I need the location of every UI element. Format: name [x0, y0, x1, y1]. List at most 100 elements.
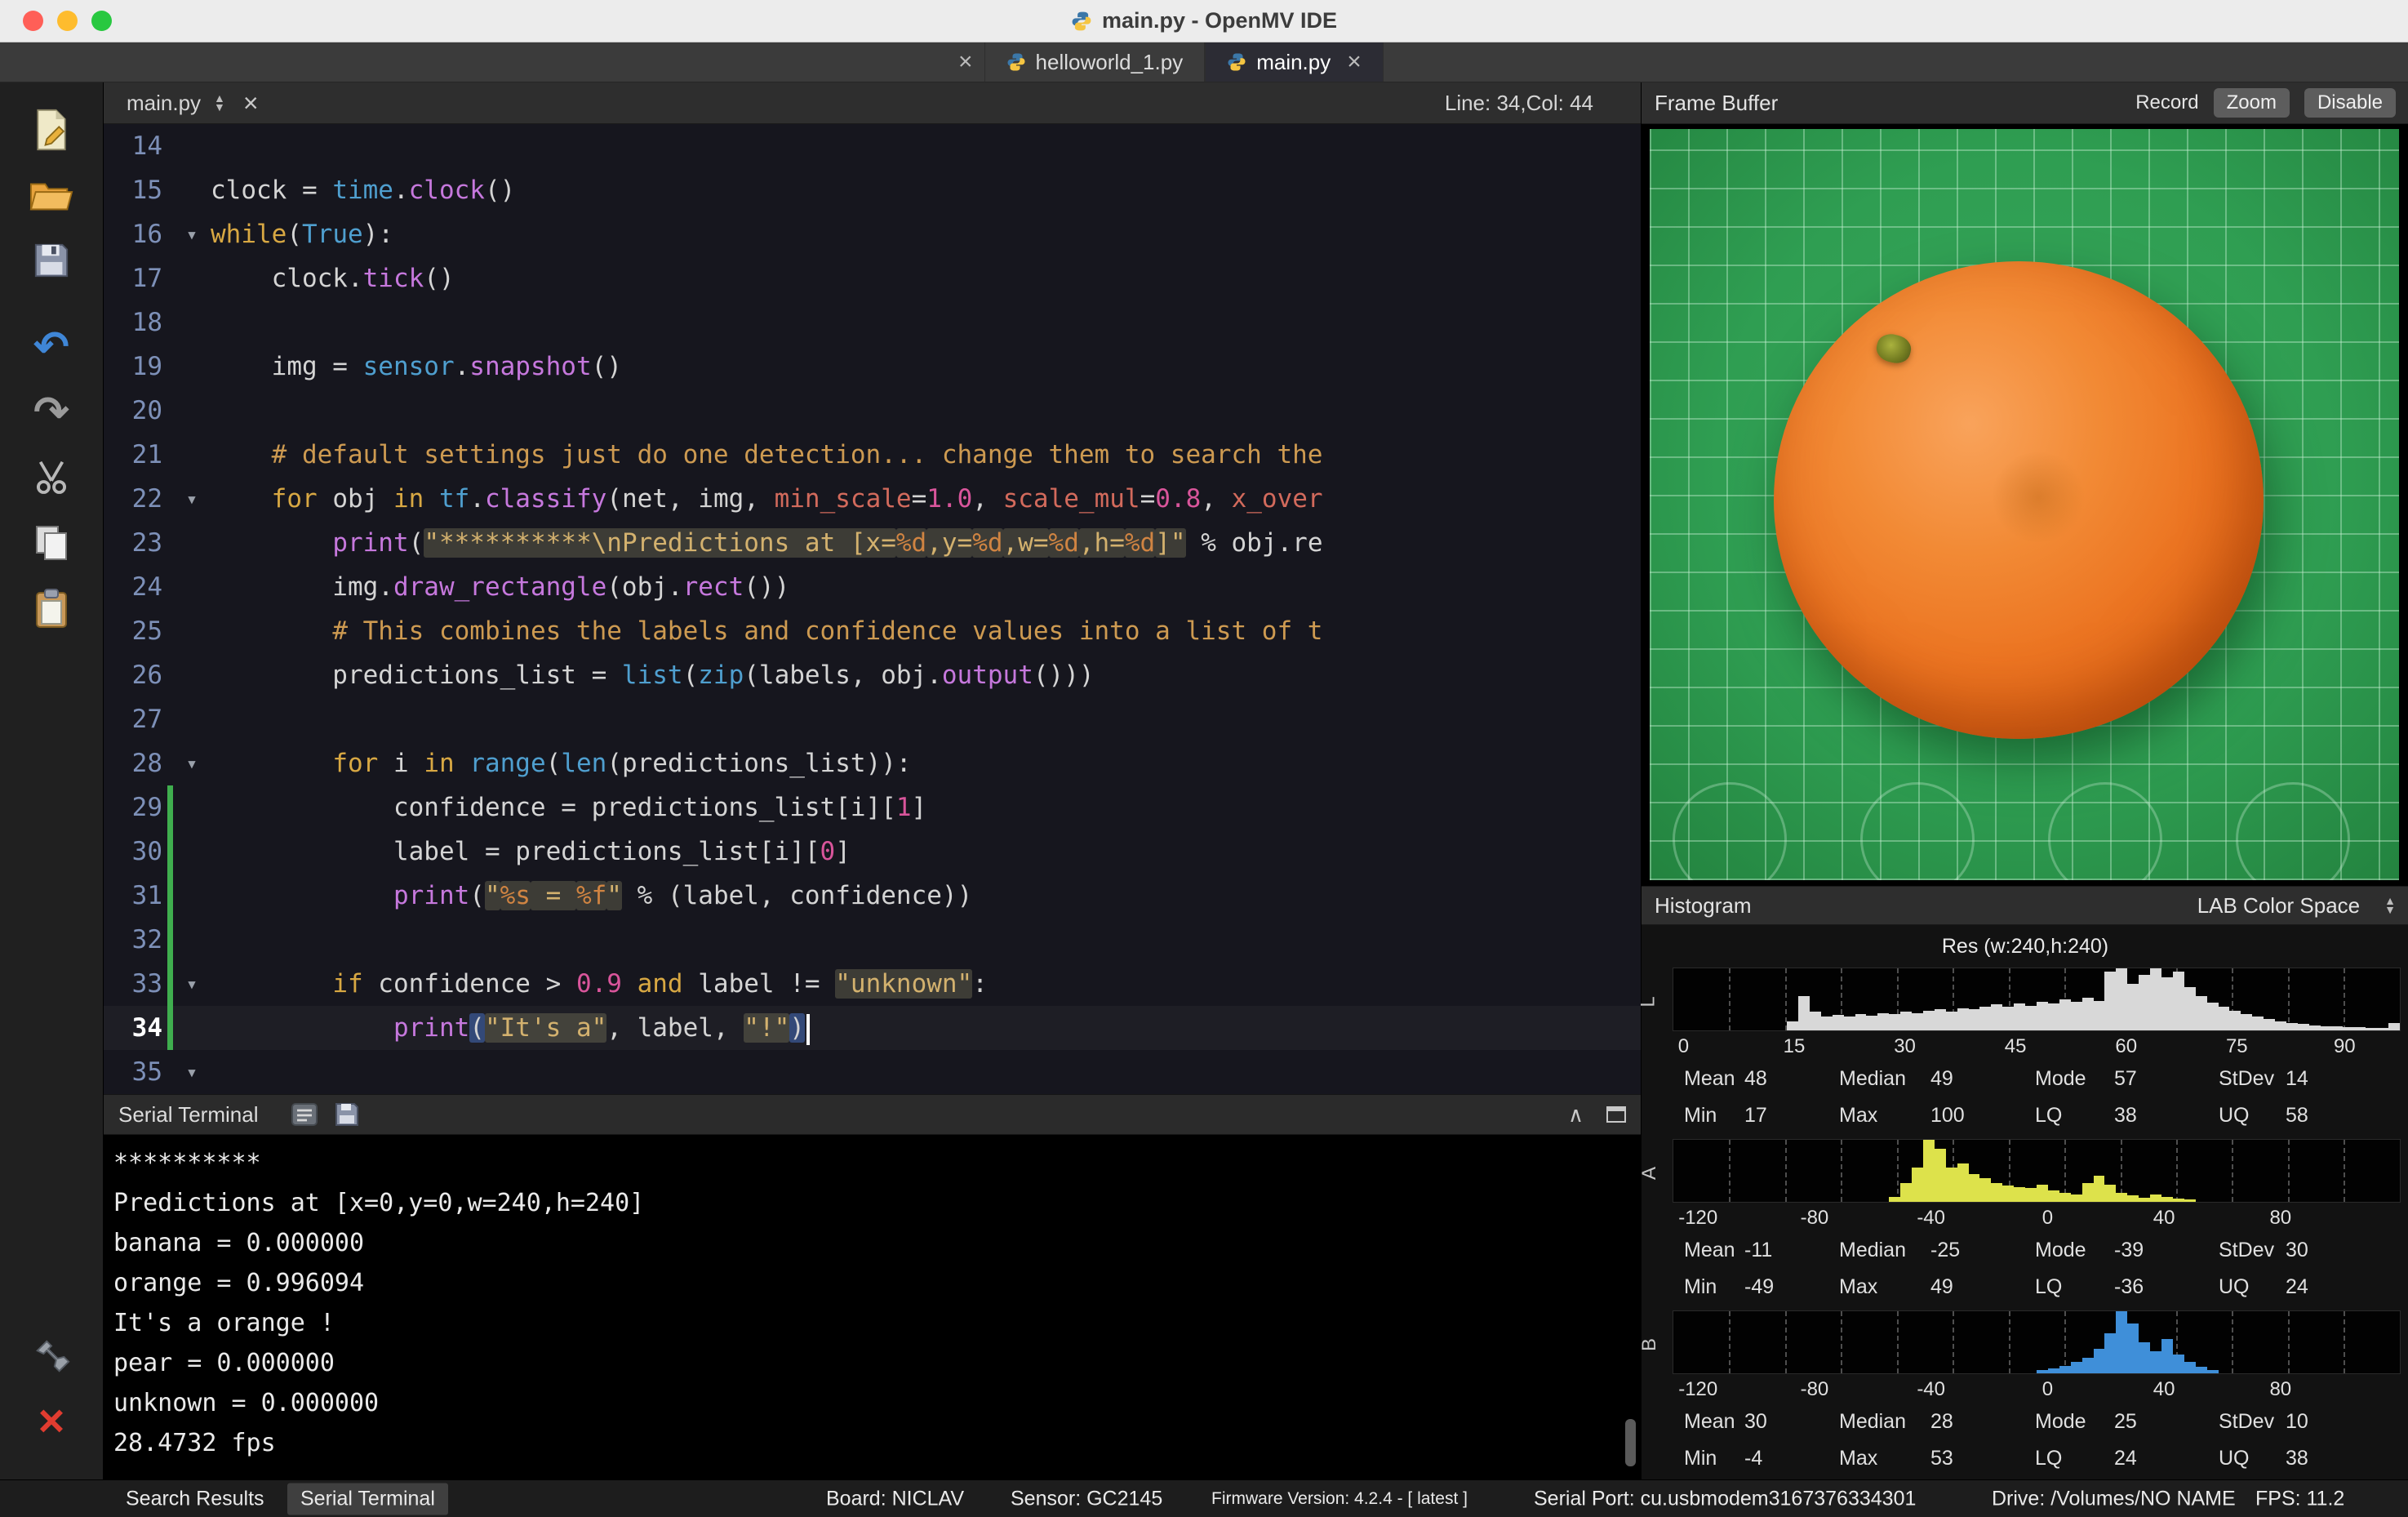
- fold-marker-icon[interactable]: ▾: [173, 477, 211, 521]
- fold-marker-icon[interactable]: [173, 785, 211, 830]
- change-indicator: [167, 168, 173, 212]
- histogram-stats: Min-4Max53LQ24UQ38: [1673, 1440, 2401, 1477]
- color-space-select[interactable]: LAB Color Space: [2197, 893, 2360, 919]
- fold-marker-icon[interactable]: ▾: [173, 212, 211, 256]
- minimize-window-button[interactable]: [57, 11, 78, 31]
- terminal-options-icon[interactable]: [291, 1102, 318, 1127]
- fold-marker-icon[interactable]: [173, 345, 211, 389]
- fold-marker-icon[interactable]: [173, 830, 211, 874]
- fold-marker-icon[interactable]: [173, 433, 211, 477]
- code-line[interactable]: 21 # default settings just do one detect…: [104, 433, 1641, 477]
- code-line[interactable]: 28▾ for i in range(len(predictions_list)…: [104, 741, 1641, 785]
- close-tab-icon[interactable]: ×: [947, 42, 984, 82]
- fold-marker-icon[interactable]: ▾: [173, 1050, 211, 1094]
- undo-button[interactable]: ↶: [25, 321, 78, 373]
- fold-marker-icon[interactable]: [173, 918, 211, 962]
- code-line[interactable]: 29 confidence = predictions_list[i][1]: [104, 785, 1641, 830]
- code-line[interactable]: 27: [104, 697, 1641, 741]
- serial-terminal-output[interactable]: **********Predictions at [x=0,y=0,w=240,…: [104, 1135, 1641, 1479]
- tab-serial-terminal[interactable]: Serial Terminal: [287, 1483, 448, 1515]
- file-dropdown-arrows-icon[interactable]: ▲▼: [214, 94, 225, 112]
- status-bar: Search Results Serial Terminal Board: NI…: [0, 1479, 2408, 1517]
- collapse-panel-icon[interactable]: ∧: [1568, 1102, 1584, 1128]
- code-line[interactable]: 23 print("**********\nPredictions at [x=…: [104, 521, 1641, 565]
- code-line[interactable]: 24 img.draw_rectangle(obj.rect()): [104, 565, 1641, 609]
- open-file-dropdown[interactable]: main.py: [127, 91, 201, 116]
- code-editor[interactable]: 1415clock = time.clock()16▾while(True):1…: [104, 124, 1641, 1094]
- disable-button[interactable]: Disable: [2304, 88, 2396, 118]
- fold-marker-icon[interactable]: [173, 697, 211, 741]
- fold-marker-icon[interactable]: [173, 653, 211, 697]
- code-line[interactable]: 33▾ if confidence > 0.9 and label != "un…: [104, 962, 1641, 1006]
- redo-button[interactable]: ↶: [25, 386, 78, 438]
- cut-button[interactable]: [25, 452, 78, 504]
- tab-search-results[interactable]: Search Results: [126, 1487, 264, 1510]
- code-line[interactable]: 17 clock.tick(): [104, 256, 1641, 300]
- change-indicator: [167, 345, 173, 389]
- tab-helloworld[interactable]: helloworld_1.py: [984, 42, 1206, 82]
- code-line[interactable]: 31 print("%s = %f" % (label, confidence)…: [104, 874, 1641, 918]
- code-lines: 1415clock = time.clock()16▾while(True):1…: [104, 124, 1641, 1094]
- code-text: print("It's a", label, "!"): [211, 1006, 1641, 1050]
- code-line[interactable]: 34 print("It's a", label, "!"): [104, 1006, 1641, 1050]
- line-number: 17: [104, 256, 162, 300]
- fold-marker-icon[interactable]: [173, 1006, 211, 1050]
- terminal-scrollbar[interactable]: [1625, 1419, 1636, 1466]
- fold-marker-icon[interactable]: [173, 521, 211, 565]
- code-line[interactable]: 22▾ for obj in tf.classify(net, img, min…: [104, 477, 1641, 521]
- open-file-button[interactable]: [25, 169, 78, 221]
- code-line[interactable]: 19 img = sensor.snapshot(): [104, 345, 1641, 389]
- fold-marker-icon[interactable]: [173, 565, 211, 609]
- code-line[interactable]: 18: [104, 300, 1641, 345]
- fold-marker-icon[interactable]: [173, 300, 211, 345]
- code-line[interactable]: 25 # This combines the labels and confid…: [104, 609, 1641, 653]
- tab-main[interactable]: main.py ×: [1205, 42, 1384, 82]
- histogram-stats: Min-49Max49LQ-36UQ24: [1673, 1269, 2401, 1306]
- histogram-plot-B: [1673, 1310, 2401, 1374]
- close-editor-icon[interactable]: ×: [243, 88, 259, 118]
- frame-buffer-view[interactable]: [1642, 124, 2408, 886]
- fold-marker-icon[interactable]: ▾: [173, 741, 211, 785]
- code-line[interactable]: 15clock = time.clock(): [104, 168, 1641, 212]
- status-board: Board: NICLAV: [826, 1487, 964, 1510]
- stop-button[interactable]: ×: [25, 1395, 78, 1447]
- zoom-window-button[interactable]: [91, 11, 112, 31]
- histogram-axis: -120-80-4004080: [1673, 1203, 2401, 1232]
- tabs: × helloworld_1.py main.py ×: [947, 42, 1384, 82]
- code-line[interactable]: 16▾while(True):: [104, 212, 1641, 256]
- fold-marker-icon[interactable]: ▾: [173, 962, 211, 1006]
- paste-button[interactable]: [25, 582, 78, 634]
- record-button[interactable]: Record: [2135, 91, 2198, 114]
- line-number: 22: [104, 477, 162, 521]
- save-log-icon[interactable]: [335, 1102, 359, 1127]
- fold-marker-icon[interactable]: [173, 168, 211, 212]
- frame-buffer-header: Frame Buffer Record Zoom Disable: [1642, 82, 2408, 124]
- code-line[interactable]: 20: [104, 389, 1641, 433]
- line-number: 25: [104, 609, 162, 653]
- code-line[interactable]: 35▾: [104, 1050, 1641, 1094]
- float-panel-icon[interactable]: [1606, 1106, 1626, 1123]
- change-indicator: [167, 874, 173, 918]
- color-space-arrows-icon[interactable]: ▲▼: [2384, 896, 2396, 914]
- close-tab-icon[interactable]: ×: [1347, 48, 1362, 76]
- line-number: 34: [104, 1006, 162, 1050]
- fold-marker-icon[interactable]: [173, 124, 211, 168]
- code-line[interactable]: 32: [104, 918, 1641, 962]
- copy-button[interactable]: [25, 517, 78, 569]
- code-line[interactable]: 14: [104, 124, 1641, 168]
- line-number: 28: [104, 741, 162, 785]
- connect-button[interactable]: [25, 1329, 78, 1381]
- code-line[interactable]: 30 label = predictions_list[i][0]: [104, 830, 1641, 874]
- traffic-lights: [23, 0, 112, 42]
- fold-marker-icon[interactable]: [173, 389, 211, 433]
- code-line[interactable]: 26 predictions_list = list(zip(labels, o…: [104, 653, 1641, 697]
- new-file-button[interactable]: [25, 104, 78, 156]
- close-window-button[interactable]: [23, 11, 43, 31]
- fold-marker-icon[interactable]: [173, 874, 211, 918]
- histogram-title: Histogram: [1655, 893, 1751, 919]
- line-number: 14: [104, 124, 162, 168]
- zoom-button[interactable]: Zoom: [2214, 88, 2290, 118]
- save-file-button[interactable]: [25, 234, 78, 287]
- fold-marker-icon[interactable]: [173, 256, 211, 300]
- fold-marker-icon[interactable]: [173, 609, 211, 653]
